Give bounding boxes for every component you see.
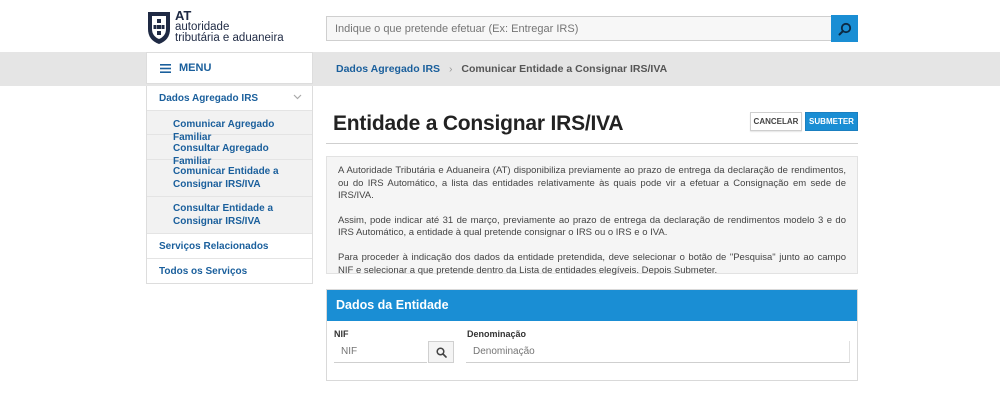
menu-label: MENU [179, 62, 212, 74]
denominacao-input[interactable] [466, 341, 850, 363]
breadcrumb: Dados Agregado IRS › Comunicar Entidade … [336, 63, 667, 75]
search-button[interactable] [831, 15, 858, 42]
info-paragraph: Assim, pode indicar até 31 de março, pre… [338, 214, 846, 239]
menu-toggle[interactable]: MENU [146, 52, 313, 84]
sidebar-subitem-comunicar-entidade[interactable]: Comunicar Entidade a Consignar IRS/IVA [147, 159, 312, 196]
nif-input[interactable] [334, 341, 427, 363]
sidebar-item-dados-agregado[interactable]: Dados Agregado IRS [147, 86, 312, 110]
title-divider [326, 143, 858, 144]
sidebar-item-label: Serviços Relacionados [159, 241, 269, 252]
sidebar-subitem-label: Consultar Entidade a Consignar IRS/IVA [173, 203, 274, 227]
denominacao-label: Denominação [467, 329, 527, 339]
cancel-button[interactable]: CANCELAR [750, 112, 802, 131]
search-icon [838, 22, 851, 35]
breadcrumb-separator: › [448, 63, 453, 75]
nif-search-button[interactable] [428, 341, 454, 363]
sidebar: Dados Agregado IRS Comunicar Agregado Fa… [146, 86, 313, 284]
search-input[interactable] [326, 16, 832, 41]
hamburger-icon [160, 63, 171, 73]
sidebar-item-label: Dados Agregado IRS [159, 93, 259, 104]
page-title: Entidade a Consignar IRS/IVA [333, 112, 624, 135]
breadcrumb-item-current: Comunicar Entidade a Consignar IRS/IVA [461, 63, 668, 75]
chevron-down-icon [293, 92, 302, 103]
entity-panel: Dados da Entidade NIF Denominação [326, 289, 858, 381]
info-paragraph: A Autoridade Tributária e Aduaneira (AT)… [338, 165, 846, 202]
header: AT autoridade tributária e aduaneira [0, 0, 1000, 52]
sidebar-item-servicos-relacionados[interactable]: Serviços Relacionados [147, 233, 312, 258]
info-box: A Autoridade Tributária e Aduaneira (AT)… [326, 156, 858, 276]
sidebar-item-label: Todos os Serviços [159, 266, 248, 277]
search-icon [435, 346, 447, 358]
coat-of-arms-icon [148, 12, 170, 44]
nif-label: NIF [334, 329, 349, 339]
sidebar-subitem-consultar-agregado[interactable]: Consultar Agregado Familiar [147, 134, 312, 167]
sidebar-item-todos-servicos[interactable]: Todos os Serviços [147, 258, 312, 283]
info-paragraph: Para proceder à indicação dos dados da e… [338, 251, 846, 276]
logo-line-2: tributária e aduaneira [175, 32, 284, 44]
sidebar-subitem-comunicar-agregado[interactable]: Comunicar Agregado Familiar [147, 110, 312, 143]
sidebar-subitem-label: Comunicar Entidade a Consignar IRS/IVA [173, 166, 279, 190]
panel-title: Dados da Entidade [327, 290, 857, 321]
at-logo[interactable]: AT autoridade tributária e aduaneira [146, 9, 296, 47]
breadcrumb-item-dados-agregado[interactable]: Dados Agregado IRS [336, 63, 440, 75]
sidebar-subitem-consultar-entidade[interactable]: Consultar Entidade a Consignar IRS/IVA [147, 196, 312, 233]
submit-button[interactable]: SUBMETER [805, 112, 858, 131]
